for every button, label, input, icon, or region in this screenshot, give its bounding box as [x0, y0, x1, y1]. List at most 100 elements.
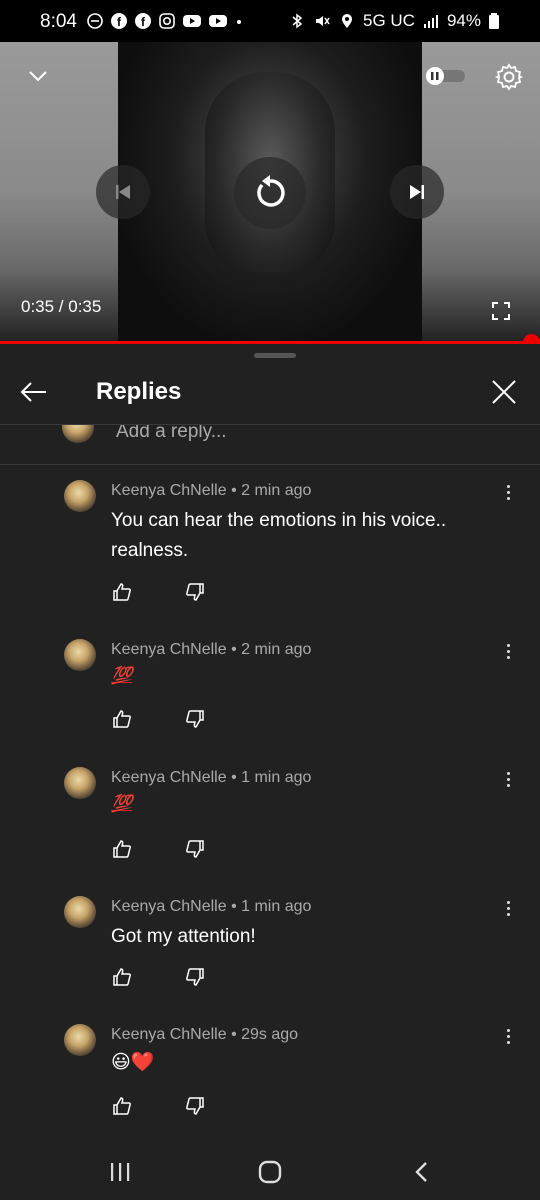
avatar[interactable] [64, 480, 96, 512]
more-icon [506, 1028, 510, 1032]
avatar [62, 425, 94, 443]
comment-meta: Keenya ChNelle • 29s ago [111, 1026, 299, 1043]
avatar[interactable] [64, 639, 96, 671]
like-icon[interactable] [111, 966, 133, 988]
more-options-button[interactable] [496, 767, 520, 791]
back-button[interactable] [14, 372, 54, 412]
home-icon [258, 1160, 282, 1184]
settings-button[interactable] [492, 60, 526, 94]
video-time: 0:35 / 0:35 [21, 297, 102, 316]
system-back-button[interactable] [402, 1154, 442, 1190]
next-button[interactable] [390, 165, 444, 219]
dislike-icon[interactable] [184, 708, 206, 730]
next-icon [410, 185, 424, 199]
more-icon [506, 900, 510, 904]
comment-meta: Keenya ChNelle • 2 min ago [111, 641, 312, 658]
add-reply-row[interactable]: Add a reply... [0, 425, 540, 465]
battery-percent: 94% [446, 11, 481, 30]
fullscreen-button[interactable] [487, 297, 515, 325]
more-icon-dot [506, 783, 510, 787]
comment-meta: Keenya ChNelle • 2 min ago [111, 482, 312, 499]
more-icon [506, 643, 510, 647]
more-icon-dot [506, 777, 510, 781]
autoplay-toggle[interactable] [422, 64, 470, 88]
arrow-left-icon [20, 382, 46, 402]
more-options-button[interactable] [496, 896, 520, 920]
system-nav-bar [0, 1144, 540, 1200]
minimize-button[interactable] [22, 62, 54, 90]
battery-icon [489, 13, 499, 29]
like-icon[interactable] [111, 1095, 133, 1117]
autoplay-toggle-icon [426, 67, 465, 85]
settings-icon [495, 63, 523, 91]
more-options-button[interactable] [496, 480, 520, 504]
dislike-icon[interactable] [184, 1095, 206, 1117]
more-icon [506, 484, 510, 488]
fullscreen-icon [492, 302, 510, 320]
bluetooth-icon [292, 13, 303, 29]
comment-meta: Keenya ChNelle • 1 min ago [111, 769, 312, 786]
facebook-icon: f [111, 13, 127, 29]
youtube-icon [209, 15, 227, 27]
like-icon[interactable] [111, 581, 133, 603]
status-time: 8:04 [40, 11, 77, 32]
comment-text: You can hear the emotions in his voice..… [111, 510, 447, 561]
replay-button[interactable] [234, 157, 306, 229]
hundred-emoji: 💯 [111, 666, 133, 685]
chevron-down-icon [29, 71, 47, 82]
comment-text: 😃❤️ [111, 1052, 155, 1073]
comment-text: 💯 [111, 661, 491, 691]
notification-icons: f f [86, 12, 244, 30]
facebook-icon: f [135, 13, 151, 29]
avatar[interactable] [64, 767, 96, 799]
instagram-icon [159, 13, 175, 29]
more-icon-dot [506, 906, 510, 910]
more-icon-dot [506, 1040, 510, 1044]
more-icon-dot [506, 649, 510, 653]
like-icon[interactable] [111, 838, 133, 860]
drag-handle[interactable] [254, 353, 296, 358]
recent-apps-button[interactable] [100, 1154, 140, 1190]
replies-sheet: Replies Add a reply... Keenya ChNelle • … [0, 344, 540, 1144]
more-icon-dot [506, 912, 510, 916]
more-icon [506, 771, 510, 775]
add-reply-divider [0, 464, 540, 465]
comment-text: 💯 [111, 789, 491, 819]
dislike-icon[interactable] [184, 838, 206, 860]
hundred-emoji: 💯 [111, 794, 133, 813]
recent-apps-icon [111, 1163, 130, 1181]
previous-button[interactable] [96, 165, 150, 219]
comment-text: Got my attention! [111, 926, 256, 947]
more-options-button[interactable] [496, 1024, 520, 1048]
previous-icon [116, 185, 130, 199]
system-status: 5G UC 94% [288, 11, 500, 31]
more-options-button[interactable] [496, 639, 520, 663]
replay-icon [257, 175, 285, 207]
like-icon[interactable] [111, 708, 133, 730]
mute-icon [316, 16, 330, 26]
minus-circle-icon [87, 13, 103, 29]
replies-header: Replies [0, 362, 540, 424]
more-icon-dot [506, 496, 510, 500]
more-icon-dot [506, 1034, 510, 1038]
more-icon-dot [506, 655, 510, 659]
more-icon-dot [506, 490, 510, 494]
close-icon [492, 380, 516, 404]
back-icon [415, 1162, 427, 1182]
signal-icon [423, 15, 438, 28]
dot-icon [237, 20, 241, 24]
video-player[interactable]: 0:35 / 0:35 [0, 42, 540, 342]
location-icon [342, 14, 352, 28]
comment-meta: Keenya ChNelle • 1 min ago [111, 898, 312, 915]
youtube-icon [183, 15, 201, 27]
dislike-icon[interactable] [184, 966, 206, 988]
dislike-icon[interactable] [184, 581, 206, 603]
home-button[interactable] [250, 1154, 290, 1190]
page-title: Replies [96, 378, 182, 405]
close-button[interactable] [484, 372, 524, 412]
avatar[interactable] [64, 1024, 96, 1056]
add-reply-input[interactable]: Add a reply... [116, 425, 227, 443]
network-type: 5G UC [363, 11, 415, 30]
avatar[interactable] [64, 896, 96, 928]
status-bar: 8:04 f f 5G UC 94% [0, 0, 540, 42]
